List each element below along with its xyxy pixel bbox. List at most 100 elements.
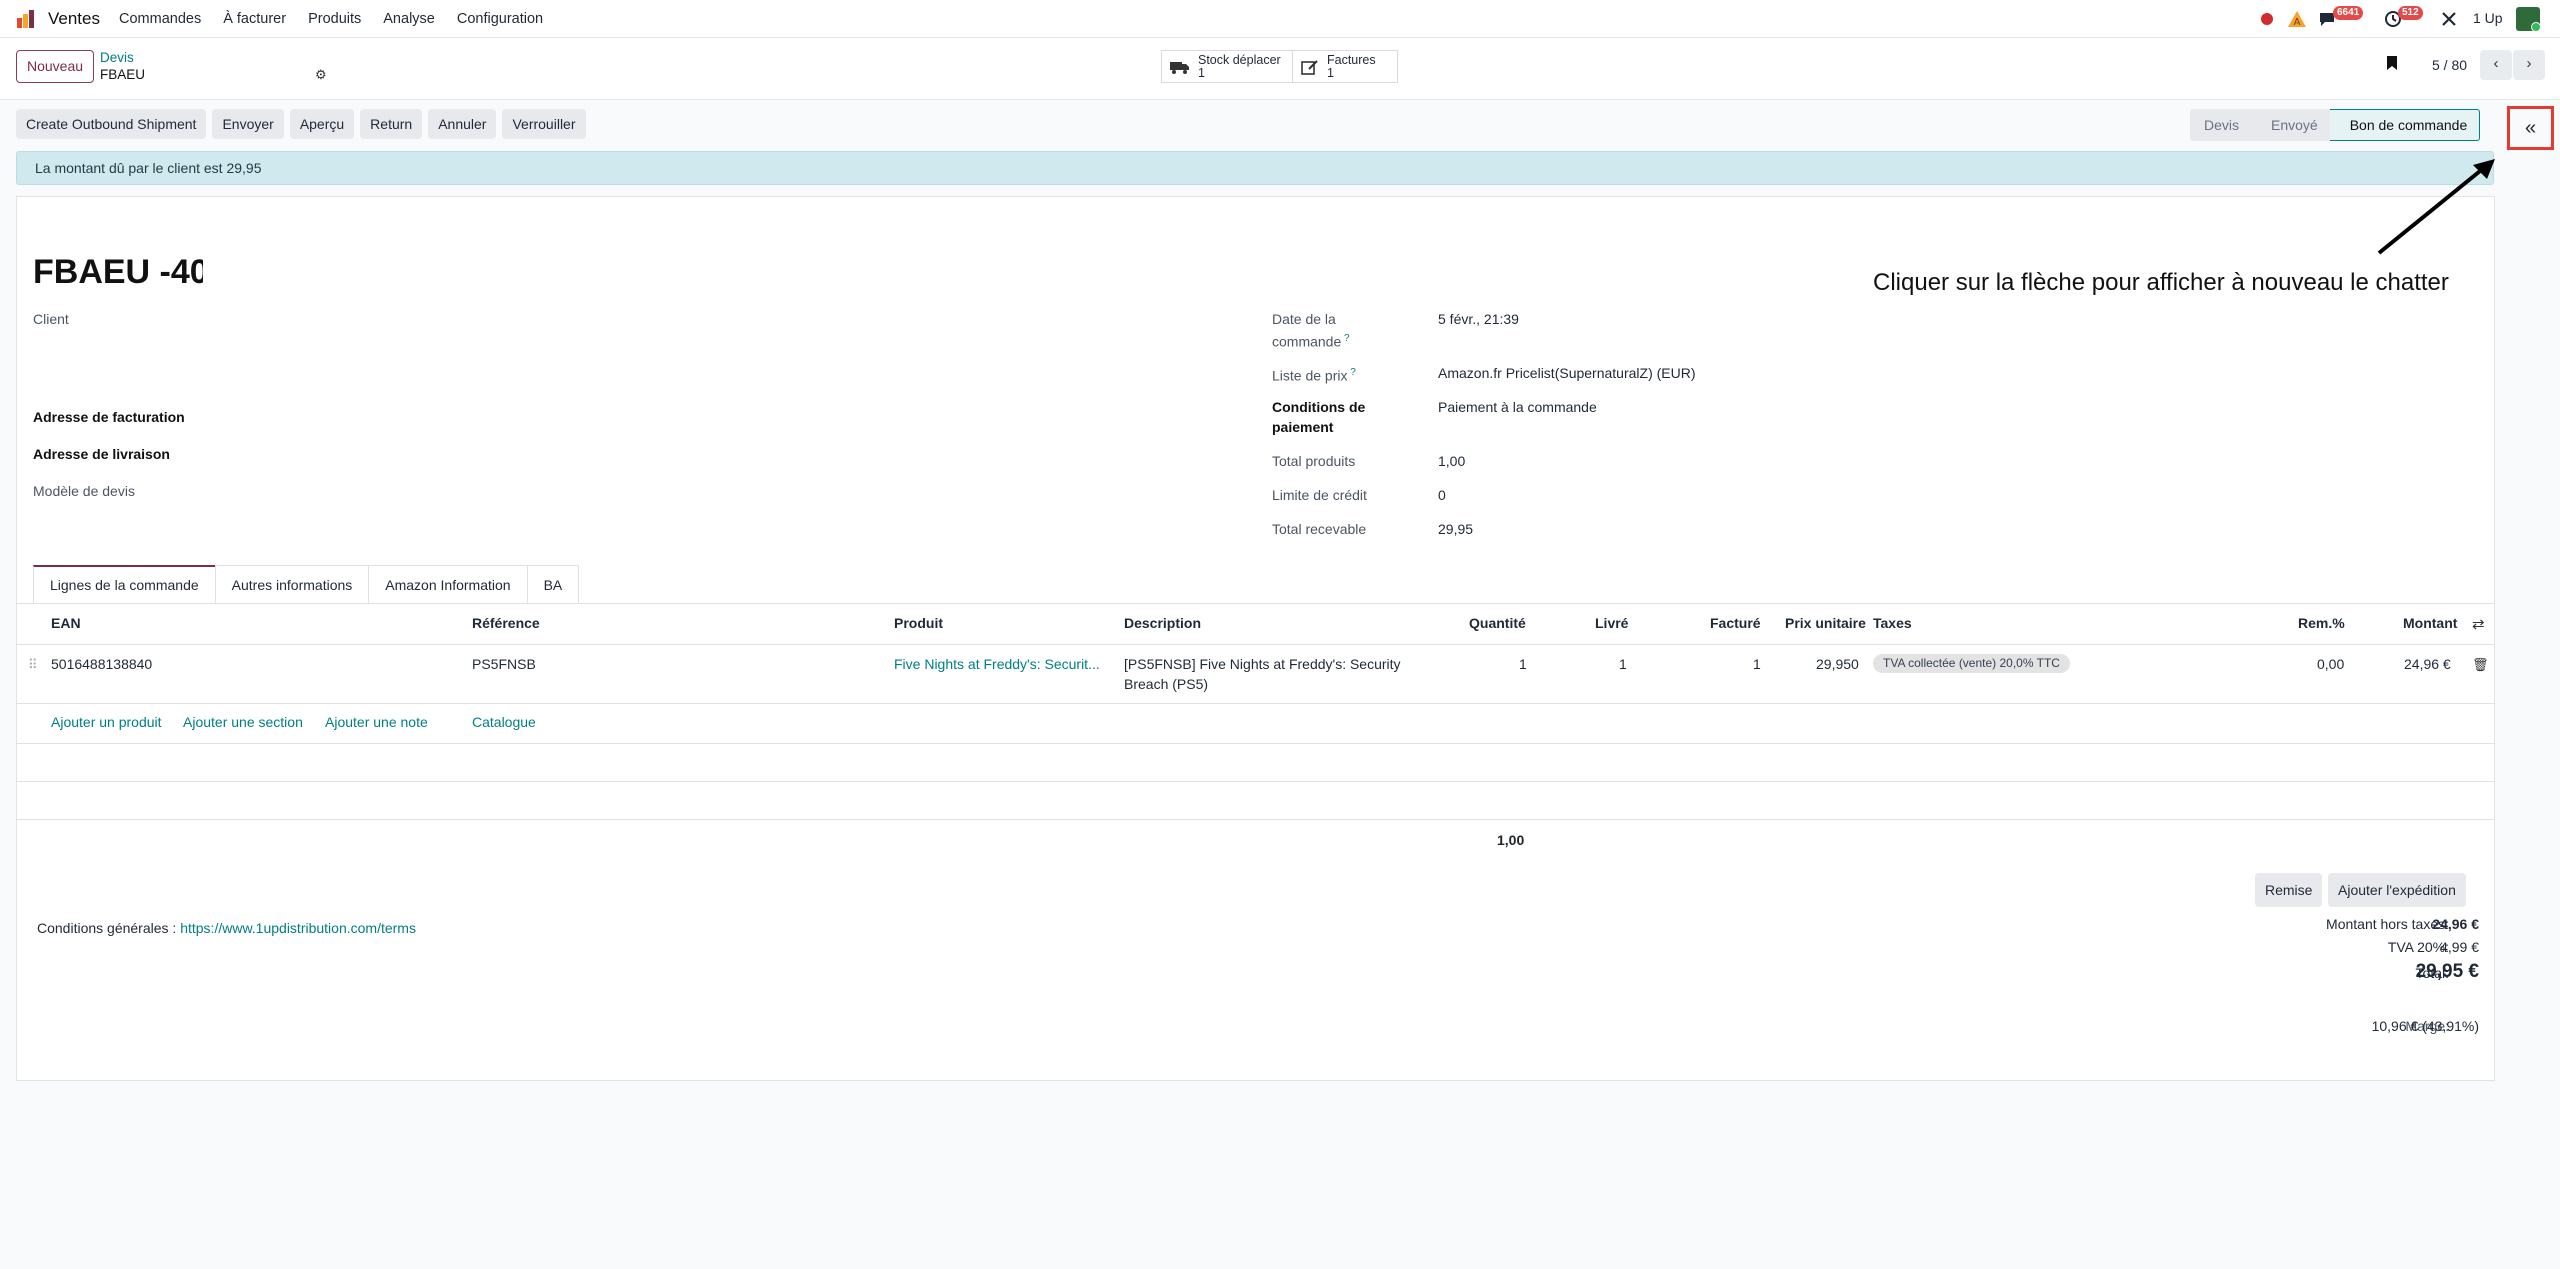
pricelist-value[interactable]: Amazon.fr Pricelist(SupernaturalZ) (EUR) [1438,363,1696,383]
create-outbound-shipment-button[interactable]: Create Outbound Shipment [16,109,207,139]
cell-quantity[interactable]: 1 [1519,654,1527,674]
pricelist-label-text: Liste de prix [1272,367,1348,384]
menu-analyse[interactable]: Analyse [383,11,435,27]
col-quantity[interactable]: Quantité [1469,615,1526,631]
smart-button-invoices[interactable]: Factures 1 [1292,50,1398,83]
order-date-label-line2: commande [1272,333,1342,350]
divider [17,703,2494,704]
trash-icon[interactable]: 🗑 [2472,657,2489,673]
add-note-link[interactable]: Ajouter une note [325,714,428,730]
cell-reference[interactable]: PS5FNSB [472,654,536,674]
terms-and-conditions: Conditions générales : https://www.1updi… [37,920,416,936]
notebook-tabs: Lignes de la commande Autres information… [33,565,580,603]
gear-icon[interactable]: ⚙ [315,67,327,83]
bookmark-icon[interactable] [2386,55,2398,76]
margin-value: 10,96 € (43,91%) [2371,1018,2479,1034]
col-description[interactable]: Description [1124,615,1201,631]
menu-commandes[interactable]: Commandes [119,11,201,27]
cell-ean[interactable]: 5016488138840 [51,654,152,674]
tab-amazon-information[interactable]: Amazon Information [368,565,528,603]
svg-text:A: A [2294,17,2301,28]
pager-previous-button[interactable]: ‹ [2480,50,2512,80]
send-button[interactable]: Envoyer [212,109,284,139]
top-navbar: Ventes Commandes À facturer Produits Ana… [0,0,2560,38]
breadcrumb-current: FBAEU [100,67,146,82]
pager-next-button[interactable]: › [2513,50,2545,80]
stage-devis[interactable]: Devis [2190,109,2252,141]
new-button[interactable]: Nouveau [16,50,95,83]
credit-limit-label: Limite de crédit [1272,487,1367,503]
terms-link[interactable]: https://www.1updistribution.com/terms [180,920,416,936]
smart-button-count: 1 [1327,65,1334,80]
discount-button[interactable]: Remise [2255,873,2323,907]
client-label: Client [33,311,69,327]
optional-columns-icon[interactable]: ⇄ [2472,615,2485,633]
chatter-toggle-button[interactable]: « [2507,106,2554,150]
pricelist-label: Liste de prix ? [1272,363,1356,386]
add-shipping-button[interactable]: Ajouter l'expédition [2328,873,2466,907]
preview-button[interactable]: Aperçu [289,109,355,139]
col-product[interactable]: Produit [894,615,943,631]
double-chevron-left-icon: « [2524,116,2537,139]
col-delivered[interactable]: Livré [1595,615,1628,631]
col-ean[interactable]: EAN [51,615,81,631]
app-name[interactable]: Ventes [48,9,100,29]
tab-other-info[interactable]: Autres informations [214,565,370,603]
col-amount[interactable]: Montant [2403,615,2457,631]
col-invoiced[interactable]: Facturé [1710,615,1761,631]
company-switcher[interactable]: 1 Up [2473,10,2503,26]
order-date-value[interactable]: 5 févr., 21:39 [1438,309,1519,329]
col-discount[interactable]: Rem.% [2298,615,2345,631]
add-section-link[interactable]: Ajouter une section [183,714,303,730]
total-receivable-label: Total recevable [1272,521,1367,537]
help-icon[interactable]: ? [1341,333,1350,344]
recording-indicator-icon[interactable] [2261,13,2273,25]
tab-ba[interactable]: BA [526,565,580,603]
smart-button-count: 1 [1198,65,1205,80]
stage-envoye[interactable]: Envoyé [2251,109,2330,141]
cell-product[interactable]: Five Nights at Freddy's: Securit... [894,654,1100,674]
due-amount-alert: La montant dû par le client est 29,95 [16,151,2494,185]
order-title[interactable]: FBAEU -40 [33,253,203,292]
smart-button-stock[interactable]: Stock déplacer 1 [1161,50,1293,83]
menu-configuration[interactable]: Configuration [457,11,543,27]
main-menu: Commandes À facturer Produits Analyse Co… [119,11,565,27]
menu-a-facturer[interactable]: À facturer [223,11,286,27]
help-icon[interactable]: ? [1347,367,1356,378]
quotation-template-label: Modèle de devis [33,483,135,499]
form-sheet: FBAEU -40 Cliquer sur la flèche pour aff… [16,159,2495,1081]
col-reference[interactable]: Référence [472,615,540,631]
pager-value[interactable]: 5 / 80 [2432,57,2467,73]
tools-icon[interactable] [2441,11,2457,27]
messages-count-badge: 6641 [2333,6,2364,20]
pencil-square-icon [1301,59,1318,75]
total-value: 29,95 € [2415,961,2479,982]
cell-discount[interactable]: 0,00 [2317,654,2344,674]
cancel-button[interactable]: Annuler [428,109,497,139]
cell-unit-price[interactable]: 29,950 [1816,654,1859,674]
col-taxes[interactable]: Taxes [1873,615,1912,631]
warning-icon[interactable]: A [2287,10,2307,28]
col-unit-price[interactable]: Prix unitaire [1785,615,1866,631]
annotation-text: Cliquer sur la flèche pour afficher à no… [1873,269,2449,296]
menu-produits[interactable]: Produits [308,11,361,27]
user-avatar[interactable] [2516,7,2541,32]
order-date-label: Date de la commande ? [1272,309,1350,352]
cell-delivered[interactable]: 1 [1619,654,1627,674]
return-button[interactable]: Return [360,109,423,139]
tab-order-lines[interactable]: Lignes de la commande [33,565,216,603]
lock-button[interactable]: Verrouiller [502,109,586,139]
control-panel: Nouveau Devis FBAEU ⚙ Stock déplacer 1 F… [0,38,2560,100]
cell-description-line1[interactable]: [PS5FNSB] Five Nights at Freddy's: Secur… [1124,654,1401,674]
add-product-link[interactable]: Ajouter un produit [51,714,162,730]
stage-bon-de-commande[interactable]: Bon de commande [2329,109,2481,141]
tax-tag[interactable]: TVA collectée (vente) 20,0% TTC [1873,654,2070,673]
breadcrumb-parent[interactable]: Devis [100,50,134,65]
catalog-link[interactable]: Catalogue [472,714,536,730]
payment-terms-value[interactable]: Paiement à la commande [1438,397,1597,417]
sales-app-icon[interactable] [16,9,36,29]
action-buttons: Create Outbound Shipment Envoyer Aperçu … [16,109,586,139]
cell-description-line2[interactable]: Breach (PS5) [1124,674,1208,694]
drag-handle-icon[interactable]: ⠿ [28,657,38,673]
status-bar: Devis Envoyé Bon de commande [2190,109,2481,141]
